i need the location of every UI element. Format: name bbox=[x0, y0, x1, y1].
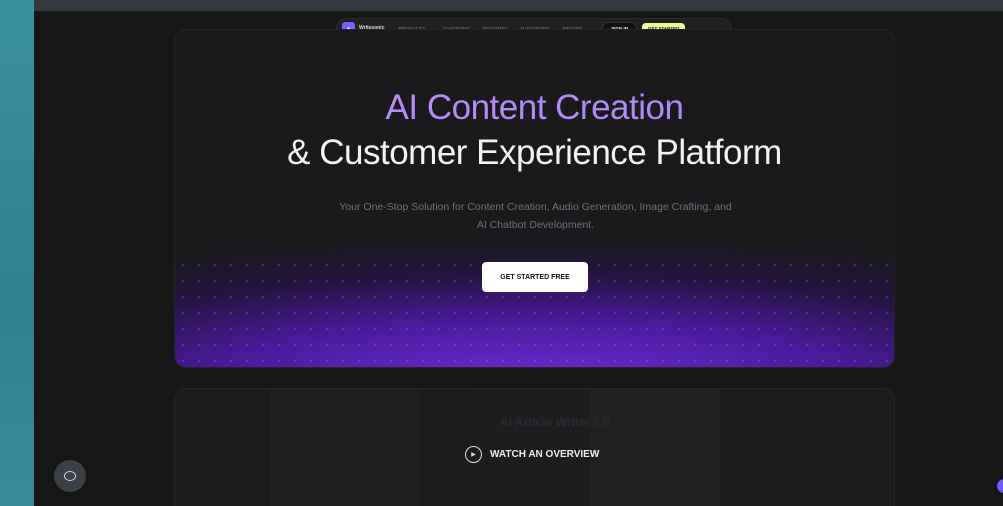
hero-title-line2: & Customer Experience Platform bbox=[287, 133, 782, 172]
hero-subtitle: Your One-Stop Solution for Content Creat… bbox=[339, 201, 732, 231]
video-thumbnail-panel bbox=[590, 389, 720, 506]
video-thumbnail-panel bbox=[270, 389, 420, 506]
support-widget-icon[interactable] bbox=[997, 479, 1003, 493]
desktop-side-strip bbox=[0, 0, 34, 506]
chat-launcher-button[interactable] bbox=[54, 460, 86, 492]
chat-bubble-icon bbox=[64, 471, 76, 481]
watch-overview-button[interactable]: ▶ WATCH AN OVERVIEW bbox=[465, 446, 599, 463]
overview-video-card[interactable]: AI Article Writer 5.0 ▶ WATCH AN OVERVIE… bbox=[174, 388, 895, 506]
play-icon: ▶ bbox=[465, 446, 482, 463]
watch-overview-label: WATCH AN OVERVIEW bbox=[490, 449, 600, 460]
video-background-text: AI Article Writer 5.0 bbox=[500, 415, 611, 429]
get-started-free-button[interactable]: GET STARTED FREE bbox=[482, 262, 588, 292]
hero-section: AI Content Creation & Customer Experienc… bbox=[174, 29, 895, 368]
hero-title-line1: AI Content Creation bbox=[175, 88, 894, 128]
browser-viewport: ▪ Writesonic PRODUCTS ⌄ CHATSONIC BOTSONI… bbox=[34, 11, 1003, 506]
